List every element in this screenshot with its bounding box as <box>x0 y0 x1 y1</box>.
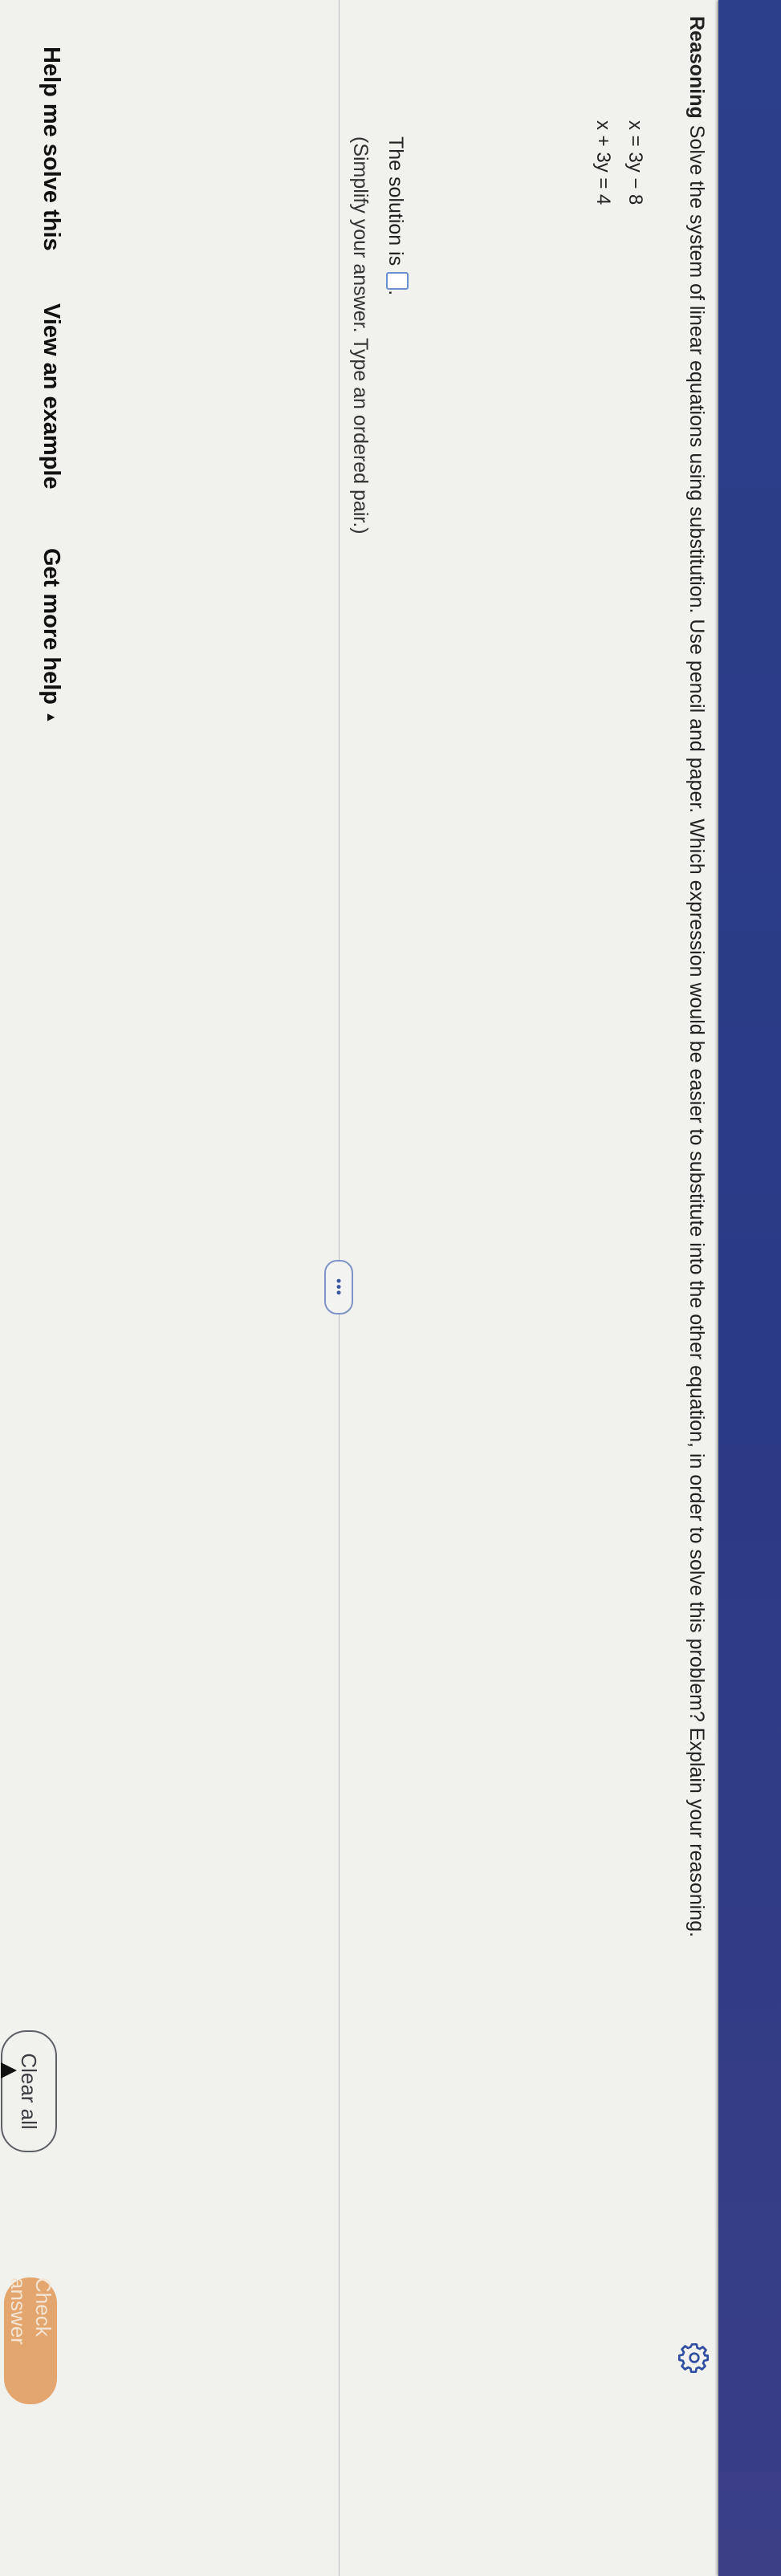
solution-line: The solution is. <box>382 136 409 295</box>
check-answer-button[interactable]: Check answer <box>4 2277 57 2404</box>
help-me-solve-link[interactable]: Help me solve this <box>38 47 64 251</box>
view-example-link[interactable]: View an example <box>38 303 64 490</box>
equation-system: x = 3y − 8 x + 3y = 4 <box>587 120 651 205</box>
expand-more-button[interactable]: ••• <box>324 1260 353 1314</box>
question-text: Reasoning Solve the system of linear equa… <box>683 16 710 2343</box>
get-more-help-link[interactable]: Get more help ▲ <box>38 548 64 724</box>
answer-instruction: (Simplify your answer. Type an ordered p… <box>349 136 372 534</box>
solution-prompt: The solution is <box>384 136 407 266</box>
question-heading: Reasoning <box>685 16 708 119</box>
gear-icon[interactable] <box>678 2342 710 2374</box>
answer-input[interactable] <box>386 272 409 291</box>
equation-2: x + 3y = 4 <box>592 120 614 205</box>
solution-period: . <box>384 290 407 296</box>
get-more-help-label: Get more help <box>39 548 64 705</box>
header-bar <box>718 0 781 2576</box>
question-body: Solve the system of linear equations usi… <box>685 124 708 1938</box>
clear-all-button[interactable]: Clear all <box>1 2030 57 2152</box>
equation-1: x = 3y − 8 <box>624 120 646 205</box>
chevron-up-icon: ▲ <box>44 711 59 724</box>
screen: Reasoning Solve the system of linear equa… <box>0 0 781 2576</box>
mouse-cursor-icon <box>1 2062 17 2078</box>
